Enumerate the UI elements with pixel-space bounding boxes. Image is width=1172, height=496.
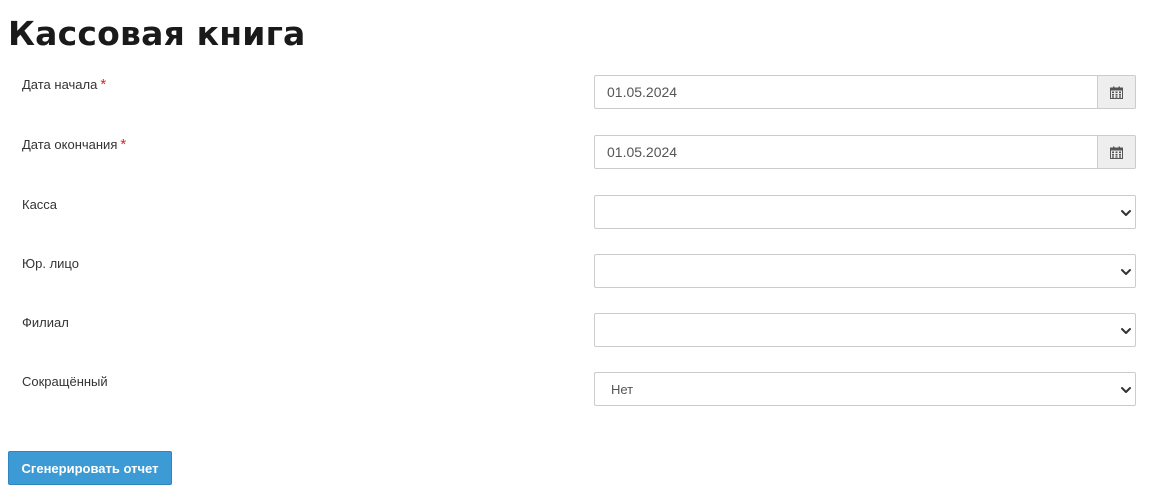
date-end-calendar-button[interactable]	[1097, 135, 1136, 169]
date-end-input[interactable]	[594, 135, 1097, 169]
chevron-down-icon	[1121, 328, 1131, 334]
branch-label: Филиал	[22, 315, 69, 330]
required-star: *	[120, 136, 127, 153]
date-end-label-text: Дата окончания	[22, 137, 118, 152]
abbreviated-select-value: Нет	[611, 382, 634, 397]
form-row-cashbox: Касса	[0, 195, 1172, 229]
abbreviated-select[interactable]: Нет	[594, 372, 1136, 406]
date-start-label: Дата начала *	[22, 77, 106, 93]
date-start-picker	[594, 75, 1136, 109]
cashbox-label: Касса	[22, 197, 58, 212]
form-row-branch: Филиал	[0, 313, 1172, 347]
generate-report-button[interactable]: Сгенерировать отчет	[8, 451, 172, 485]
form-row-date-end: Дата окончания *	[0, 135, 1172, 169]
date-start-input[interactable]	[594, 75, 1097, 109]
branch-select[interactable]	[594, 313, 1136, 347]
date-end-label: Дата окончания *	[22, 137, 126, 153]
date-end-picker	[594, 135, 1136, 169]
calendar-icon	[1110, 146, 1123, 159]
chevron-down-icon	[1121, 387, 1131, 393]
date-start-label-text: Дата начала	[22, 77, 98, 92]
form-row-date-start: Дата начала *	[0, 75, 1172, 109]
legal-entity-label: Юр. лицо	[22, 256, 79, 271]
legal-entity-select[interactable]	[594, 254, 1136, 288]
calendar-icon	[1110, 86, 1123, 99]
page-title: Кассовая книга	[8, 14, 306, 53]
chevron-down-icon	[1121, 269, 1131, 275]
chevron-down-icon	[1121, 210, 1131, 216]
form-row-abbreviated: Сокращённый Нет	[0, 372, 1172, 406]
required-star: *	[100, 76, 107, 93]
abbreviated-label: Сокращённый	[22, 374, 108, 389]
cashbox-select[interactable]	[594, 195, 1136, 229]
cash-book-page: Кассовая книга Дата начала * 01.05.2024 …	[0, 0, 1172, 496]
form-row-legal-entity: Юр. лицо	[0, 254, 1172, 288]
date-start-calendar-button[interactable]	[1097, 75, 1136, 109]
